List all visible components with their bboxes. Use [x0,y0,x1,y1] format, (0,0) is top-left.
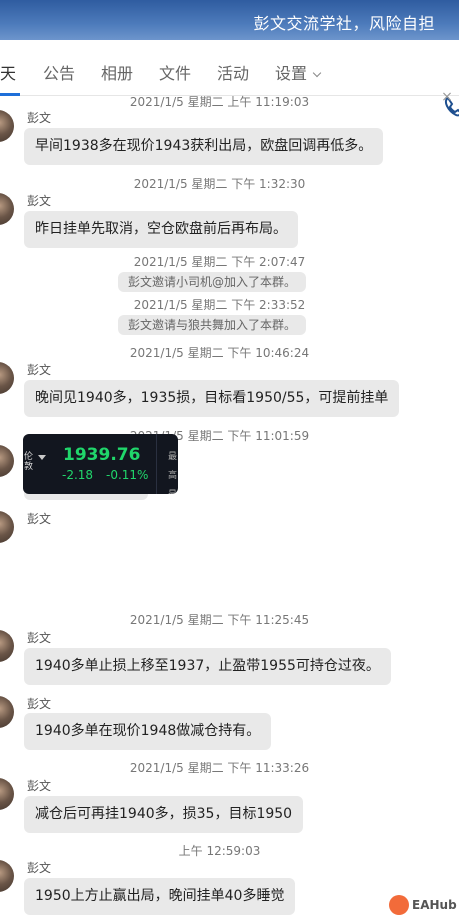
avatar[interactable] [0,696,14,728]
message-bubble[interactable]: 1940多单在现价1948做减仓持有。 [24,713,272,750]
message-bubble[interactable]: 减仓后可再挂1940多，损35，目标1950 [24,796,304,833]
tab-bar: 天 公告 相册 文件 活动 设置 [0,40,459,117]
watermark-text: EAHub [412,898,457,912]
tab-files[interactable]: 文件 [159,60,191,84]
tab-activity[interactable]: 活动 [217,60,249,84]
title-bar: 彭文交流学社，风险自担 [0,0,459,40]
sender-name: 彭文 [27,861,52,875]
sender-name: 彭文 [27,631,52,645]
chat-window: 彭文交流学社，风险自担 天 公告 相册 文件 活动 设置 × 2021/1/5 … [0,0,459,920]
tab-album[interactable]: 相册 [101,60,133,84]
sender-name: 彭文 [27,697,52,711]
message-bubble[interactable]: 1940多单止损上移至1937，止盈带1955可持仓过夜。 [24,648,391,685]
avatar[interactable] [0,860,14,892]
window-title: 彭文交流学社，风险自担 [253,14,435,33]
watermark: EAHub [389,894,459,918]
sender-name: 彭文 [27,779,52,793]
timestamp: 上午 12:59:03 [178,844,261,858]
chevron-down-icon [312,68,322,78]
avatar[interactable] [0,630,14,662]
timestamp: 2021/1/5 星期二 下午 11:33:26 [129,761,310,775]
tab-chat[interactable]: 天 [0,60,16,84]
watermark-logo-icon [389,895,409,915]
avatar[interactable] [0,778,14,810]
message-list-continued: 2021/1/5 星期二 下午 11:25:45 彭文 1940多单止损上移至1… [0,96,459,920]
tab-announcement[interactable]: 公告 [43,60,75,84]
tab-settings[interactable]: 设置 [275,60,322,84]
message-bubble[interactable]: 1950上方止赢出局，晚间挂单40多睡觉 [24,878,296,915]
timestamp: 2021/1/5 星期二 下午 11:25:45 [129,613,310,627]
tab-settings-label: 设置 [275,64,308,83]
